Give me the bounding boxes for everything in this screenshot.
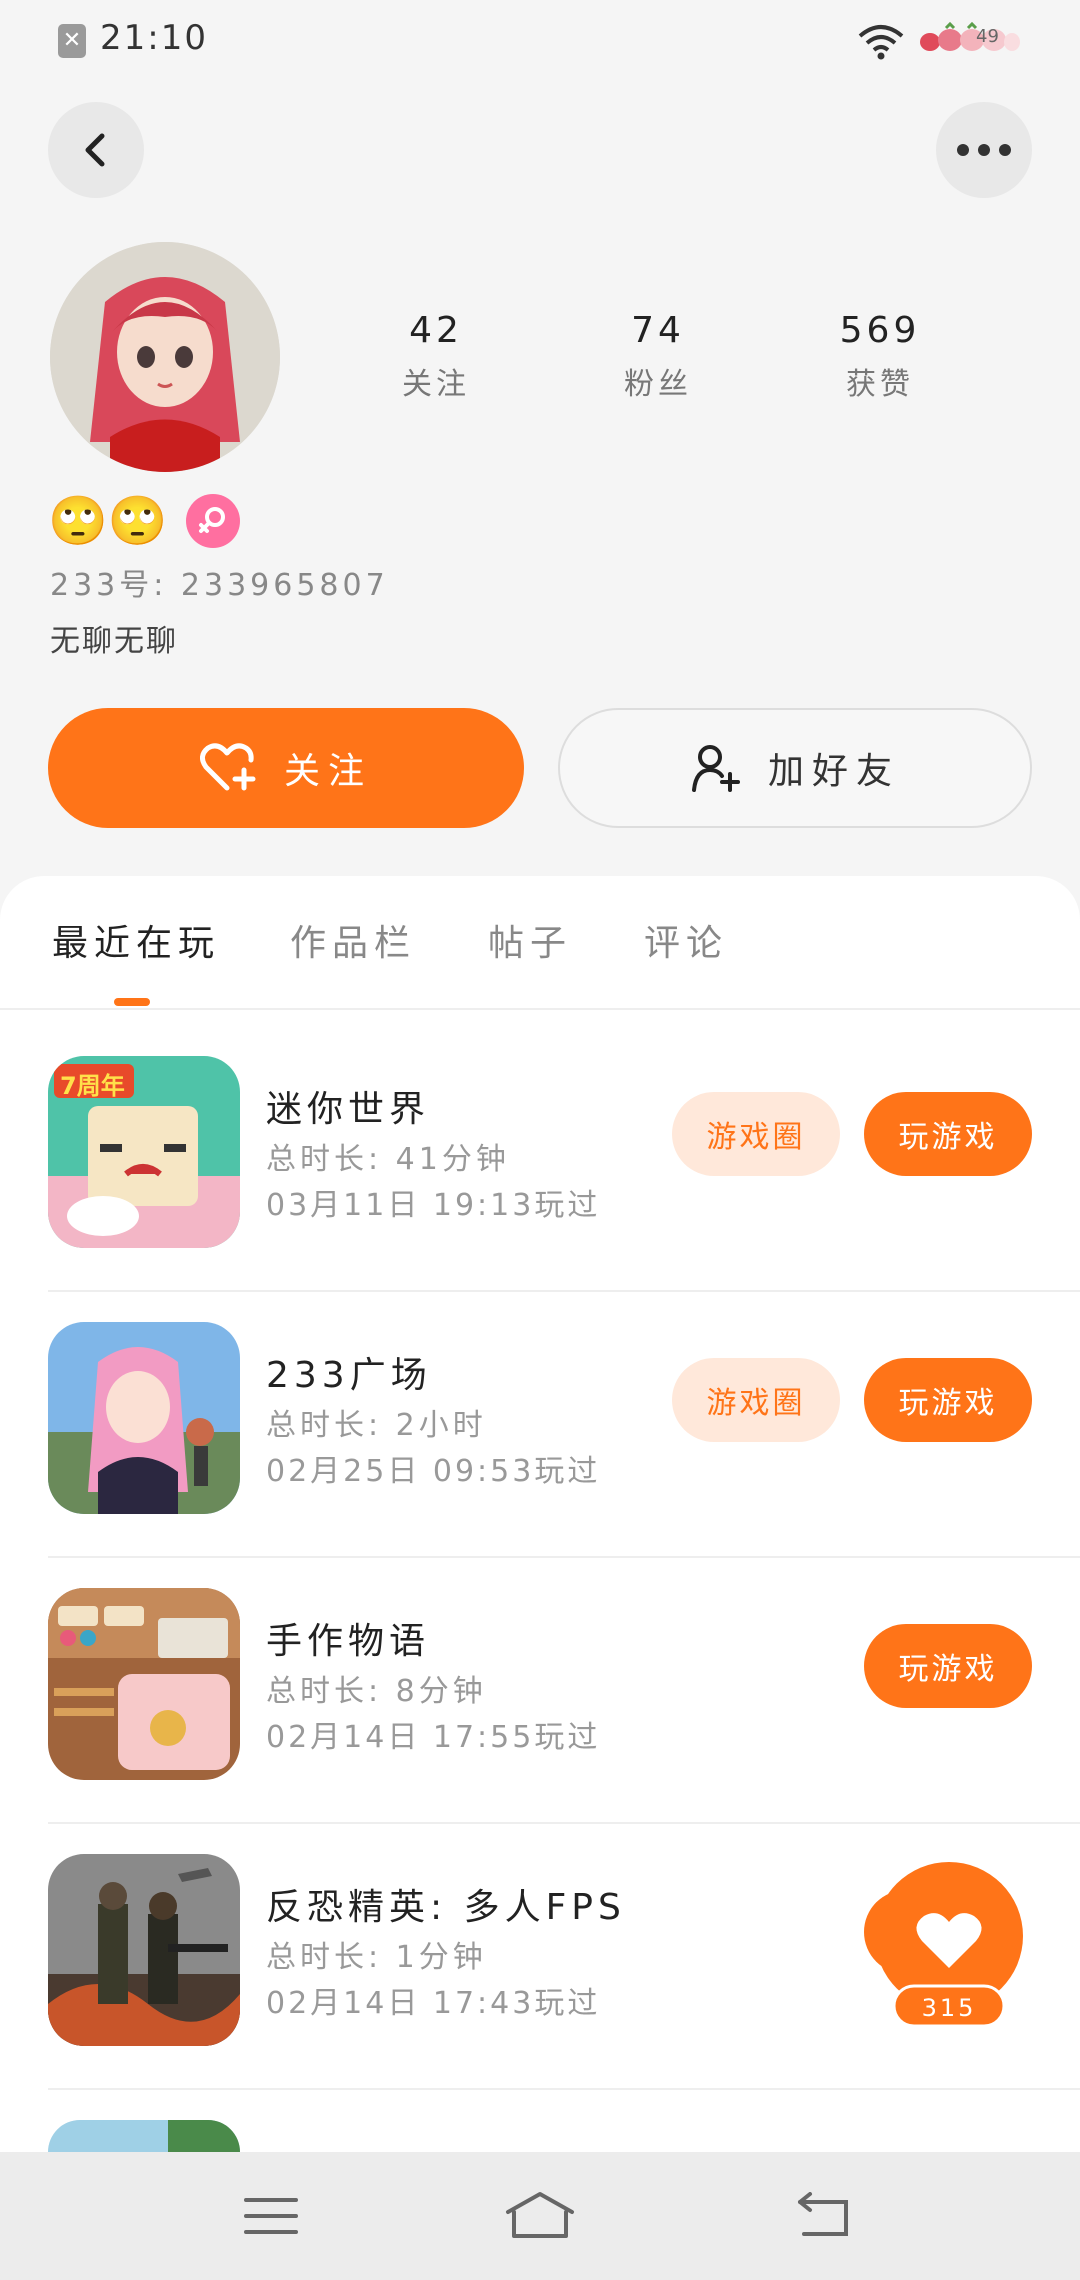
back-arrow-icon xyxy=(85,133,105,167)
game-circle-button[interactable]: 游戏圈 xyxy=(672,1092,840,1176)
like-count: 315 xyxy=(921,1994,977,2022)
home-icon[interactable] xyxy=(504,2190,576,2240)
game-duration: 总时长: 41分钟 xyxy=(266,1142,510,1177)
menu-icon[interactable] xyxy=(244,2196,298,2236)
stat-likes[interactable]: 569 获赞 xyxy=(780,310,980,403)
game-row[interactable]: 手作物语 总时长: 8分钟 02月14日 17:55玩过 玩游戏 xyxy=(0,1558,1080,1824)
game-last-played: 03月11日 19:13玩过 xyxy=(266,1188,601,1223)
game-name: 手作物语 xyxy=(266,1621,431,1662)
game-last-played: 02月25日 09:53玩过 xyxy=(266,1454,601,1489)
status-bar: ✕ 21:10 49 xyxy=(0,0,1080,80)
game-name: 迷你世界 xyxy=(266,1089,431,1130)
tab-indicator xyxy=(114,998,150,1006)
game-icon-partial xyxy=(48,2120,240,2152)
game-duration: 总时长: 8分钟 xyxy=(266,1674,487,1709)
stat-fans-label: 粉丝 xyxy=(624,367,692,402)
game-icon xyxy=(48,1322,240,1514)
heart-plus-icon xyxy=(199,743,256,791)
play-game-button[interactable]: 玩游戏 xyxy=(864,1358,1032,1442)
game-duration: 总时长: 2小时 xyxy=(266,1408,487,1443)
add-friend-button[interactable]: 加好友 xyxy=(558,708,1032,828)
game-icon xyxy=(48,1588,240,1780)
user-emojis: 🙄🙄 xyxy=(48,493,168,549)
game-row[interactable]: 7周年 迷你世界 总时长: 41分钟 03月11日 19:13玩过 游戏圈 玩游… xyxy=(0,1026,1080,1292)
game-icon-badge: 7周年 xyxy=(60,1072,125,1100)
back-button[interactable] xyxy=(48,102,144,198)
divider xyxy=(0,1008,1080,1010)
game-name: 233广场 xyxy=(266,1355,432,1396)
stat-fans-count: 74 xyxy=(631,310,685,351)
stat-following-count: 42 xyxy=(409,310,463,351)
battery-level: 49 xyxy=(976,26,999,47)
more-button[interactable] xyxy=(936,102,1032,198)
add-person-icon xyxy=(691,745,740,792)
follow-button[interactable]: 关注 xyxy=(48,708,524,828)
game-last-played: 02月14日 17:55玩过 xyxy=(266,1720,601,1755)
tab-posts[interactable]: 帖子 xyxy=(488,914,572,966)
system-nav-bar xyxy=(0,2152,1080,2280)
tab-recent[interactable]: 最近在玩 xyxy=(52,914,220,966)
game-icon: 7周年 xyxy=(48,1056,240,1248)
floating-like-button[interactable]: 315 xyxy=(864,1856,1034,2056)
battery-icon: 49 xyxy=(916,20,1020,56)
row-separator xyxy=(48,2088,1080,2090)
add-friend-label: 加好友 xyxy=(767,751,900,792)
play-game-button[interactable]: 玩游戏 xyxy=(864,1624,1032,1708)
game-last-played: 02月14日 17:43玩过 xyxy=(266,1986,601,2021)
wifi-icon xyxy=(858,25,904,60)
sim-x-icon: ✕ xyxy=(58,24,86,58)
stat-following[interactable]: 42 关注 xyxy=(336,310,536,403)
status-time: 21:10 xyxy=(100,18,208,58)
stat-following-label: 关注 xyxy=(402,367,470,402)
tab-works[interactable]: 作品栏 xyxy=(290,914,416,966)
game-circle-button[interactable]: 游戏圈 xyxy=(672,1358,840,1442)
user-id: 233号: 233965807 xyxy=(50,568,389,603)
stat-likes-label: 获赞 xyxy=(846,367,914,402)
game-icon xyxy=(48,1854,240,2046)
game-duration: 总时长: 1分钟 xyxy=(266,1940,487,1975)
avatar[interactable] xyxy=(50,242,280,472)
tab-comments[interactable]: 评论 xyxy=(644,914,728,966)
more-dots-icon xyxy=(957,144,1011,156)
play-game-button[interactable]: 玩游戏 xyxy=(864,1092,1032,1176)
back-icon[interactable] xyxy=(796,2192,850,2238)
female-icon xyxy=(186,494,240,548)
stat-fans[interactable]: 74 粉丝 xyxy=(558,310,758,403)
user-bio: 无聊无聊 xyxy=(50,624,178,659)
follow-label: 关注 xyxy=(283,751,372,792)
game-name: 反恐精英: 多人FPS xyxy=(266,1887,626,1928)
game-row[interactable]: 233广场 总时长: 2小时 02月25日 09:53玩过 游戏圈 玩游戏 xyxy=(0,1292,1080,1558)
stat-likes-count: 569 xyxy=(839,310,921,351)
